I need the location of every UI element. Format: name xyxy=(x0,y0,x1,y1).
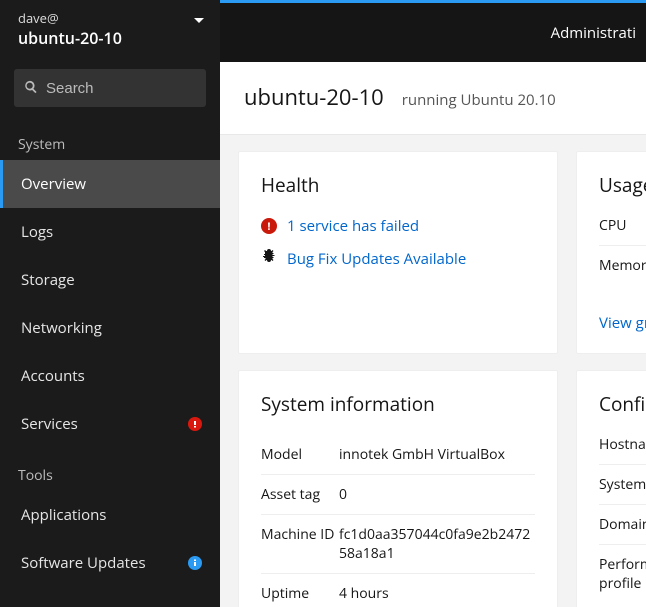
nav-section-system: System xyxy=(0,117,220,160)
sidebar-item-label: Accounts xyxy=(21,366,85,386)
table-row: Asset tag 0 xyxy=(261,474,535,514)
row-value: 0 xyxy=(339,485,347,504)
search-input[interactable] xyxy=(38,80,196,97)
admin-access-link[interactable]: Administrati xyxy=(551,23,636,43)
table-row: Uptime 4 hours xyxy=(261,573,535,607)
info-badge-icon xyxy=(188,556,202,570)
view-graphs-link[interactable]: View gr xyxy=(599,313,646,333)
configuration-card: Confi Hostnam System Domain Perform prof… xyxy=(576,370,646,607)
topbar: Administrati xyxy=(220,0,646,62)
card-title: Confi xyxy=(599,391,646,417)
service-failed-link[interactable]: 1 service has failed xyxy=(287,216,419,236)
config-domain-row: Domain xyxy=(599,504,646,544)
page-title: ubuntu-20-10 xyxy=(244,82,384,112)
config-perf-row: Perform profile xyxy=(599,544,646,603)
host-name: ubuntu-20-10 xyxy=(18,28,122,50)
search-icon xyxy=(24,77,38,99)
sidebar-item-label: Overview xyxy=(21,174,86,194)
sidebar-item-storage[interactable]: Storage xyxy=(0,256,220,304)
sidebar-item-overview[interactable]: Overview xyxy=(0,160,220,208)
card-title: Usage xyxy=(599,172,646,198)
usage-cpu-row: CPU xyxy=(599,216,646,245)
sidebar-item-label: Storage xyxy=(21,270,75,290)
row-value: innotek GmbH VirtualBox xyxy=(339,445,505,464)
health-card: Health ! 1 service has failed Bug Fix Up… xyxy=(238,151,558,354)
sidebar-item-logs[interactable]: Logs xyxy=(0,208,220,256)
table-row: Machine ID fc1d0aa357044c0fa9e2b247258a1… xyxy=(261,514,535,573)
page-header: ubuntu-20-10 running Ubuntu 20.10 xyxy=(220,62,646,135)
config-systemtime-row: System xyxy=(599,464,646,504)
sidebar-item-label: Software Updates xyxy=(21,553,146,573)
row-label: Model xyxy=(261,445,339,464)
sidebar-item-networking[interactable]: Networking xyxy=(0,304,220,352)
usage-memory-row: Memory xyxy=(599,245,646,285)
page-subtitle: running Ubuntu 20.10 xyxy=(402,90,556,110)
usage-card: Usage CPU Memory View gr xyxy=(576,151,646,354)
search-box[interactable] xyxy=(14,69,206,107)
sidebar-item-label: Logs xyxy=(21,222,53,242)
card-title: Health xyxy=(261,172,535,198)
chevron-down-icon xyxy=(194,18,204,23)
row-value: fc1d0aa357044c0fa9e2b247258a18a1 xyxy=(339,525,535,563)
sidebar-item-applications[interactable]: Applications xyxy=(0,491,220,539)
card-title: System information xyxy=(261,391,535,417)
sidebar-item-software-updates[interactable]: Software Updates xyxy=(0,539,220,587)
config-hostname-row: Hostnam xyxy=(599,435,646,464)
host-user: dave@ xyxy=(18,10,122,28)
system-info-card: System information Model innotek GmbH Vi… xyxy=(238,370,558,607)
bugfix-link[interactable]: Bug Fix Updates Available xyxy=(287,249,466,269)
row-label: Uptime xyxy=(261,584,339,603)
row-label: Asset tag xyxy=(261,485,339,504)
host-selector[interactable]: dave@ ubuntu-20-10 xyxy=(0,0,220,61)
error-icon: ! xyxy=(261,218,277,234)
sidebar-item-label: Services xyxy=(21,414,78,434)
sidebar-item-services[interactable]: Services xyxy=(0,400,220,448)
error-badge-icon xyxy=(188,417,202,431)
sidebar-item-accounts[interactable]: Accounts xyxy=(0,352,220,400)
row-label: Machine ID xyxy=(261,525,339,563)
sidebar-item-label: Networking xyxy=(21,318,102,338)
nav-section-tools: Tools xyxy=(0,448,220,491)
main-content: ubuntu-20-10 running Ubuntu 20.10 Health… xyxy=(220,0,646,607)
bug-icon xyxy=(261,248,277,269)
sidebar: dave@ ubuntu-20-10 System Overview Logs … xyxy=(0,0,220,607)
row-value: 4 hours xyxy=(339,584,389,603)
sidebar-item-label: Applications xyxy=(21,505,106,525)
table-row: Model innotek GmbH VirtualBox xyxy=(261,435,535,474)
